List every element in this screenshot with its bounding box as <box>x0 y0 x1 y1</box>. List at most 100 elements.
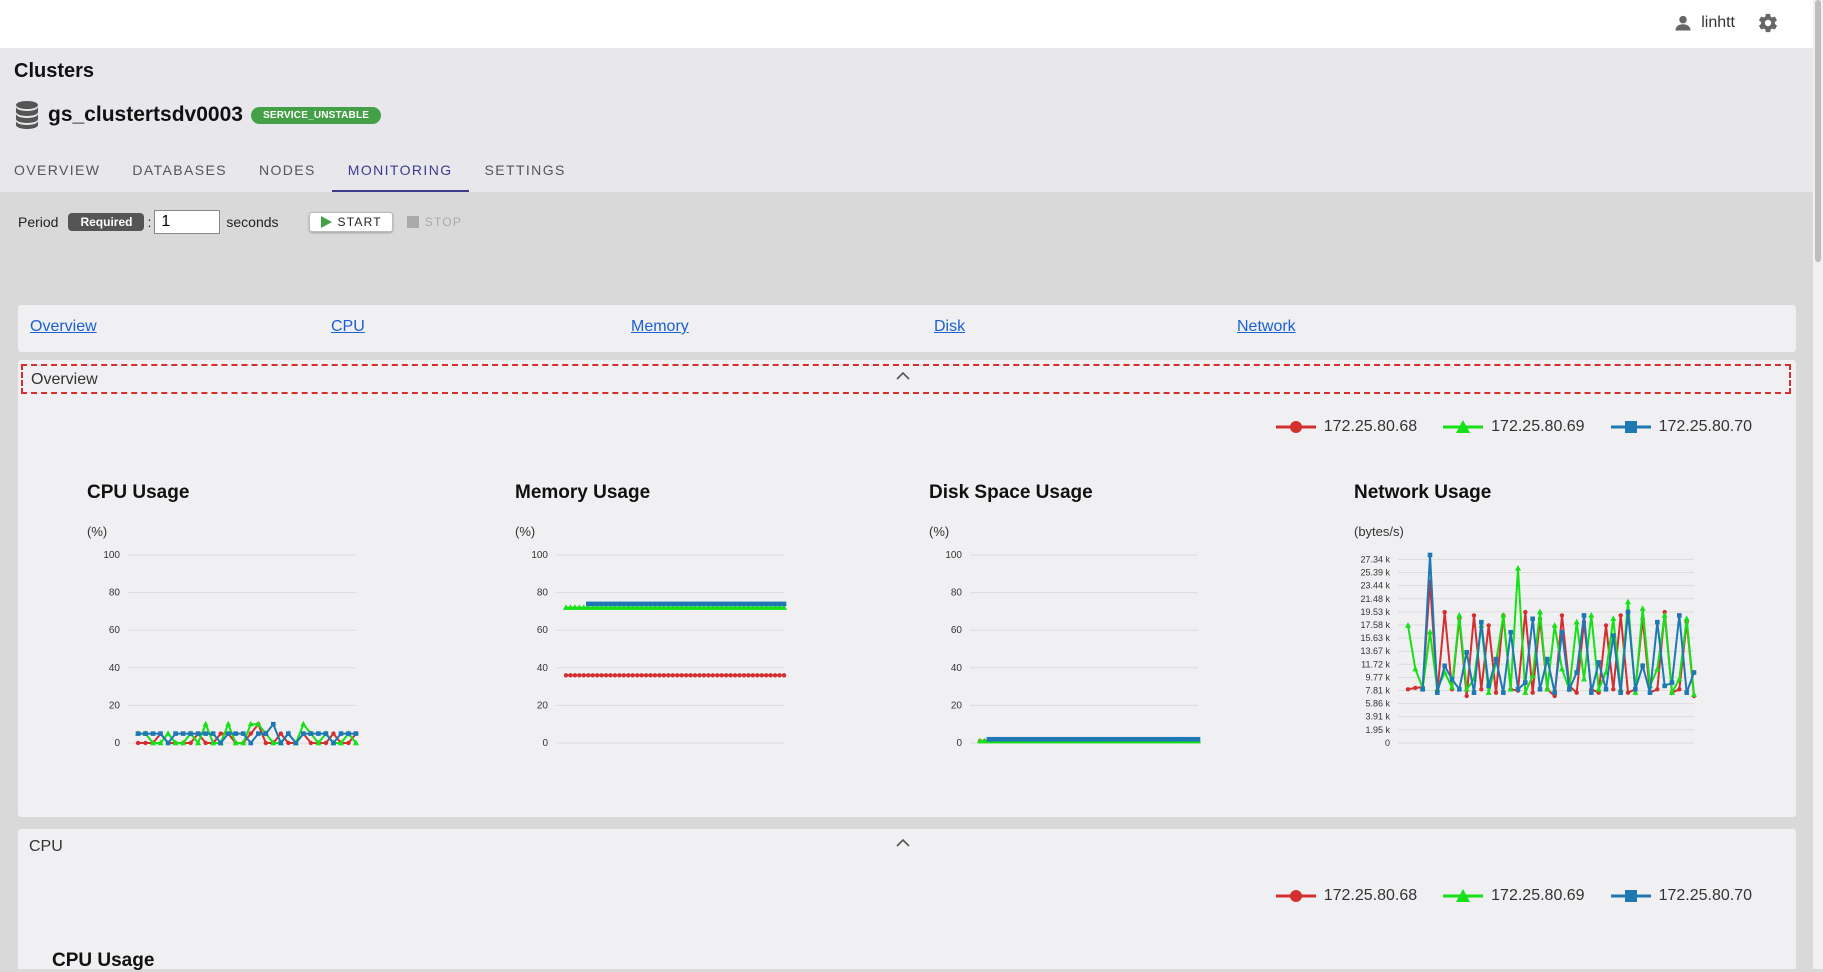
data-point <box>1559 629 1565 635</box>
data-point <box>1111 736 1116 742</box>
data-point <box>581 673 586 678</box>
monitoring-controls: Period Required : seconds START STOP <box>18 210 462 234</box>
y-tick-label: 11.72 k <box>1361 659 1390 669</box>
start-button[interactable]: START <box>308 212 393 232</box>
data-point <box>661 601 667 607</box>
data-point <box>278 740 284 746</box>
y-tick-label: 0 <box>114 738 120 749</box>
tab-settings[interactable]: SETTINGS <box>469 148 582 192</box>
data-point <box>1610 615 1617 621</box>
data-point <box>692 673 698 678</box>
data-point <box>1471 690 1477 695</box>
data-point <box>255 731 261 736</box>
data-point <box>999 736 1005 742</box>
data-point <box>1026 736 1032 742</box>
top-app-bar: linhtt <box>0 0 1813 48</box>
data-point <box>715 673 720 678</box>
legend-label: 172.25.80.68 <box>1323 887 1418 904</box>
stop-button[interactable]: STOP <box>406 215 462 229</box>
y-tick-label: 80 <box>109 588 121 599</box>
data-point <box>1084 736 1090 742</box>
data-point <box>746 601 751 607</box>
network-usage-chart: 0 1.95 k 3.91 k 5.86 k 7.81 k 9.77 k 11.72 k 13… <box>1360 552 1697 748</box>
data-point <box>1160 736 1165 742</box>
data-point <box>732 673 738 678</box>
nav-link-network[interactable]: Network <box>1237 318 1296 336</box>
data-point <box>301 731 306 736</box>
data-point <box>723 673 729 678</box>
tab-overview[interactable]: OVERVIEW <box>0 148 116 192</box>
cpu-section-header[interactable]: CPU <box>21 833 1791 863</box>
data-point <box>586 673 591 678</box>
data-point <box>1523 609 1528 615</box>
data-point <box>568 673 573 678</box>
database-icon <box>14 100 40 130</box>
colon-label: : <box>147 214 152 230</box>
data-point <box>1097 736 1103 742</box>
data-point <box>1581 675 1587 682</box>
username-label[interactable]: linhtt <box>1701 14 1735 32</box>
page-header: Clusters gs_clustertsdv0003 SERVICE_UNST… <box>0 48 1813 192</box>
data-point <box>180 731 186 736</box>
data-point <box>746 673 751 678</box>
data-point <box>674 601 680 607</box>
data-point <box>728 673 733 678</box>
data-point <box>1008 736 1014 742</box>
data-point <box>679 601 684 607</box>
legend-item[interactable]: 172.25.80.70 <box>1610 418 1752 436</box>
overview-section-header[interactable]: Overview <box>21 364 1791 394</box>
data-point <box>652 601 658 607</box>
data-point <box>225 720 232 727</box>
data-point <box>599 673 604 678</box>
tab-monitoring[interactable]: MONITORING <box>331 148 469 192</box>
data-point <box>1022 736 1027 742</box>
data-point <box>657 601 662 607</box>
data-point <box>1456 612 1463 618</box>
nav-link-memory[interactable]: Memory <box>631 318 689 336</box>
nav-link-cpu[interactable]: CPU <box>331 318 365 336</box>
period-input[interactable] <box>154 210 221 234</box>
page-scrollbar[interactable] <box>1813 0 1823 969</box>
legend-item[interactable]: 172.25.80.70 <box>1610 887 1752 905</box>
cpu-section: CPU 172.25.80.68 172.25.80.69 172.25.80.… <box>18 829 1796 971</box>
data-point <box>612 601 618 607</box>
y-tick-label: 20 <box>537 700 549 711</box>
data-point <box>143 731 148 736</box>
data-point <box>1573 618 1580 625</box>
data-point <box>697 673 702 678</box>
nav-link-overview[interactable]: Overview <box>30 318 97 336</box>
data-point <box>1177 736 1183 742</box>
tab-databases[interactable]: DATABASES <box>116 148 243 192</box>
legend-label: 172.25.80.70 <box>1658 887 1752 904</box>
data-point <box>1155 736 1161 742</box>
chevron-up-icon[interactable] <box>31 371 1775 380</box>
data-point <box>1124 736 1130 742</box>
data-point <box>1691 670 1697 675</box>
legend-item[interactable]: 172.25.80.69 <box>1443 887 1585 905</box>
data-point <box>271 721 276 727</box>
legend-item[interactable]: 172.25.80.68 <box>1275 418 1417 436</box>
y-tick-label: 40 <box>537 663 549 674</box>
data-point <box>634 601 640 607</box>
y-tick-label: 20 <box>951 700 963 711</box>
data-point <box>683 673 689 678</box>
chart-title: Network Usage <box>1354 482 1492 503</box>
data-point <box>1596 660 1601 665</box>
data-point <box>1013 736 1018 742</box>
gear-icon[interactable] <box>1757 12 1779 34</box>
chevron-up-icon[interactable] <box>29 838 1777 847</box>
scrollbar-thumb[interactable] <box>1815 0 1821 262</box>
nav-link-disk[interactable]: Disk <box>934 318 965 336</box>
tab-nodes[interactable]: NODES <box>243 148 332 192</box>
legend-item[interactable]: 172.25.80.68 <box>1275 887 1418 905</box>
data-point <box>608 601 613 607</box>
data-point <box>657 673 662 678</box>
data-point <box>1080 736 1085 742</box>
legend-item[interactable]: 172.25.80.69 <box>1443 418 1585 436</box>
data-point <box>1464 650 1469 655</box>
data-point <box>621 673 627 678</box>
data-point <box>248 740 254 746</box>
data-point <box>300 720 307 727</box>
data-point <box>639 601 644 607</box>
person-icon[interactable] <box>1673 13 1693 33</box>
